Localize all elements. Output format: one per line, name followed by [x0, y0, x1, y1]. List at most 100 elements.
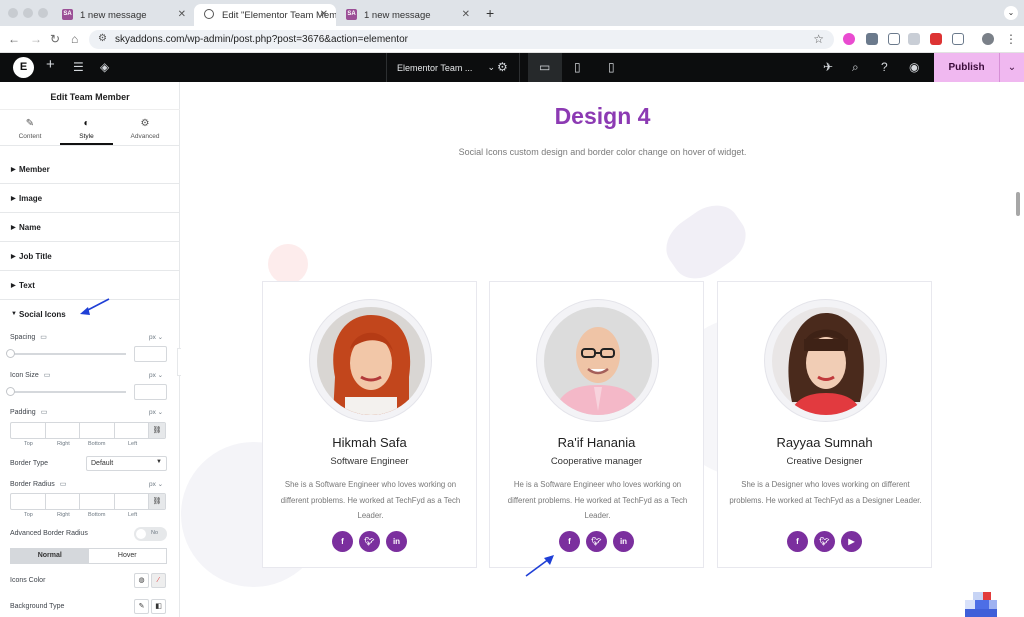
section-image[interactable]: ▶ Image [0, 184, 180, 213]
section-name[interactable]: ▶ Name [0, 213, 180, 242]
section-job-title[interactable]: ▶ Job Title [0, 242, 180, 271]
responsive-desktop-icon[interactable]: ▭ [41, 409, 48, 416]
responsive-desktop-icon[interactable]: ▭ [40, 334, 47, 341]
browser-tab-3[interactable]: SA 1 new message ✕ [336, 4, 478, 26]
extension-screen-icon[interactable] [888, 33, 900, 45]
twitter-icon[interactable]: 🐦︎ [586, 531, 607, 552]
site-settings-sliders-icon[interactable]: ☰ [73, 60, 84, 74]
browser-tab-2-active[interactable]: Edit "Elementor Team Memb ✕ [194, 4, 336, 26]
icon-size-unit-select[interactable]: px ⌄ [149, 371, 163, 379]
radius-left-input[interactable] [115, 494, 149, 509]
extensions-puzzle-icon[interactable] [952, 33, 964, 45]
extension-font-icon[interactable] [930, 33, 942, 45]
padding-unit-select[interactable]: px ⌄ [149, 408, 163, 416]
url-field[interactable]: ⚙ skyaddons.com/wp-admin/post.php?post=3… [89, 30, 834, 49]
radius-bottom-input[interactable] [80, 494, 115, 509]
add-element-icon[interactable]: + [46, 57, 55, 72]
linkedin-icon[interactable]: in [613, 531, 634, 552]
mobile-icon[interactable]: ▯ [608, 60, 615, 74]
tab-style[interactable]: ◐ Style [60, 110, 113, 145]
responsive-desktop-icon[interactable]: ▭ [60, 481, 67, 488]
browser-tab-bar: SA 1 new message ✕ Edit "Elementor Team … [0, 0, 1024, 26]
background-classic-brush-icon[interactable]: ✎ [134, 599, 149, 614]
spacing-input[interactable] [134, 346, 167, 362]
facebook-icon[interactable]: f [559, 531, 580, 552]
window-close-dot[interactable] [8, 8, 18, 18]
extension-user-icon[interactable] [908, 33, 920, 45]
member-name: Rayyaa Sumnah [776, 435, 873, 450]
padding-bottom-input[interactable] [80, 423, 115, 438]
forward-arrow-icon[interactable]: → [30, 32, 42, 46]
spacing-unit-select[interactable]: px ⌄ [149, 333, 163, 341]
radius-right-input[interactable] [46, 494, 80, 509]
profile-avatar[interactable] [982, 33, 994, 45]
youtube-icon[interactable]: ▶ [841, 531, 862, 552]
icon-size-slider[interactable] [10, 391, 126, 393]
page-settings-gear-icon[interactable]: ⚙ [497, 60, 508, 74]
canvas-scrollbar[interactable] [1016, 192, 1020, 216]
global-colors-icon[interactable]: ◍ [134, 573, 149, 588]
tab-normal[interactable]: Normal [11, 549, 89, 563]
help-icon[interactable]: ? [881, 60, 888, 74]
preview-eye-icon[interactable]: ◉ [909, 60, 919, 74]
twitter-icon[interactable]: 🐦︎ [814, 531, 835, 552]
close-tab-icon[interactable]: ✕ [462, 9, 470, 20]
advanced-border-radius-toggle[interactable]: No [134, 527, 167, 541]
background-gradient-icon[interactable]: ◧ [151, 599, 166, 614]
reload-icon[interactable]: ↻ [50, 32, 60, 46]
linkedin-icon[interactable]: in [386, 531, 407, 552]
link-values-icon[interactable]: ⛓ [149, 494, 165, 509]
floating-widget-logo[interactable] [965, 592, 1003, 617]
facebook-icon[interactable]: f [787, 531, 808, 552]
icon-size-slider-handle[interactable] [6, 387, 15, 396]
extension-shield-icon[interactable] [866, 33, 878, 45]
spacing-slider[interactable] [10, 353, 126, 355]
border-radius-dimensions[interactable]: ⛓ [10, 493, 166, 510]
back-arrow-icon[interactable]: ← [8, 32, 20, 46]
team-member-card[interactable]: Ra'if Hanania Cooperative manager He is … [489, 281, 704, 568]
dim-label: Top [24, 441, 33, 447]
window-zoom-dot[interactable] [38, 8, 48, 18]
section-member[interactable]: ▶ Member [0, 155, 180, 184]
browser-tab-1[interactable]: SA 1 new message ✕ [52, 4, 194, 26]
tab-content[interactable]: ✎ Content [0, 110, 60, 145]
publish-options-chevron-icon[interactable]: ⌄ [999, 53, 1024, 82]
icon-size-input[interactable] [134, 384, 167, 400]
tab-advanced[interactable]: ⚙ Advanced [115, 110, 175, 145]
member-photo [536, 299, 659, 422]
tab-label: 1 new message [80, 10, 147, 21]
elementor-logo-icon[interactable]: E [13, 57, 34, 78]
close-tab-icon[interactable]: ✕ [178, 9, 186, 20]
member-description: She is a Designer who loves working on d… [729, 480, 922, 505]
tablet-icon[interactable]: ▯ [574, 60, 581, 74]
home-icon[interactable]: ⌂ [71, 32, 78, 46]
browser-menu-icon[interactable]: ⋮ [1005, 32, 1017, 46]
extension-color-icon[interactable] [843, 33, 855, 45]
tab-hover[interactable]: Hover [89, 549, 167, 563]
radius-top-input[interactable] [11, 494, 46, 509]
padding-top-input[interactable] [11, 423, 46, 438]
window-minimize-dot[interactable] [23, 8, 33, 18]
team-member-card[interactable]: Hikmah Safa Software Engineer She is a S… [262, 281, 477, 568]
notifications-rocket-icon[interactable]: ✈ [823, 60, 833, 74]
padding-dimensions[interactable]: ⛓ [10, 422, 166, 439]
new-tab-button[interactable]: + [486, 5, 494, 21]
padding-right-input[interactable] [46, 423, 80, 438]
spacing-slider-handle[interactable] [6, 349, 15, 358]
twitter-icon[interactable]: 🐦︎ [359, 531, 380, 552]
border-radius-unit-select[interactable]: px ⌄ [149, 480, 163, 488]
team-member-card[interactable]: Rayyaa Sumnah Creative Designer She is a… [717, 281, 932, 568]
responsive-desktop-icon[interactable]: ▭ [44, 372, 51, 379]
structure-layers-icon[interactable]: ◈ [100, 60, 109, 74]
bookmark-star-icon[interactable]: ☆ [813, 32, 824, 46]
publish-button[interactable]: Publish [934, 53, 999, 82]
close-tab-icon[interactable]: ✕ [320, 9, 328, 20]
search-icon[interactable]: ⌕ [852, 60, 859, 74]
color-picker-swatch[interactable]: ⁄ [151, 573, 166, 588]
border-type-select[interactable]: Default ▼ [86, 456, 167, 471]
link-values-icon[interactable]: ⛓ [149, 423, 165, 438]
padding-left-input[interactable] [115, 423, 149, 438]
tab-list-chevron-icon[interactable]: ⌄ [1004, 6, 1018, 20]
facebook-icon[interactable]: f [332, 531, 353, 552]
site-settings-icon[interactable]: ⚙ [98, 33, 107, 44]
